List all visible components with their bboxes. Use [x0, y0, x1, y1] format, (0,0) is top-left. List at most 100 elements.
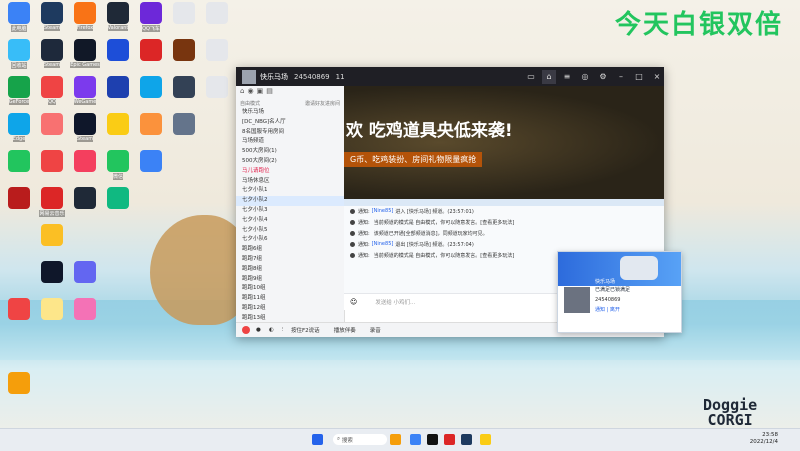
volume-icon[interactable]: ◐: [269, 327, 274, 333]
desktop-icon[interactable]: [68, 298, 102, 320]
desktop-icon[interactable]: 网易云音乐: [35, 187, 69, 217]
rank-tab-icon[interactable]: ▣: [257, 87, 264, 98]
channel-item[interactable]: 跑跑7组: [236, 255, 344, 265]
promo-banner[interactable]: 欢 吃鸡道具央低来袭! G币、吃鸡装扮、房间礼物限量疯抢: [344, 86, 664, 199]
mode-label[interactable]: 自由模式: [240, 100, 260, 107]
start-icon[interactable]: [312, 434, 323, 445]
channel-item[interactable]: 500大房间(1): [236, 147, 344, 157]
invite-label[interactable]: 邀请好友进房间: [305, 100, 340, 107]
home-tab-icon[interactable]: ⌂: [240, 87, 244, 98]
channel-item[interactable]: 8名国服专用房间: [236, 128, 344, 138]
desktop-icon[interactable]: [68, 261, 102, 283]
home-icon[interactable]: ⌂: [542, 69, 556, 84]
close-icon[interactable]: ×: [650, 70, 664, 84]
search-tab-icon[interactable]: ◉: [247, 87, 253, 98]
list-icon[interactable]: ≡: [560, 70, 574, 84]
equalizer-icon[interactable]: ⫶: [282, 327, 283, 334]
desktop-icon[interactable]: [200, 39, 234, 61]
channel-item[interactable]: 跑跑6组: [236, 245, 344, 255]
desktop-icon[interactable]: [68, 187, 102, 209]
desktop-icon[interactable]: [167, 76, 201, 98]
desktop-icon[interactable]: [68, 150, 102, 172]
desktop-icon[interactable]: [101, 113, 135, 135]
settings-icon[interactable]: ⚙: [596, 70, 610, 84]
file-explorer-icon[interactable]: [390, 434, 401, 445]
desktop-icon[interactable]: [134, 113, 168, 135]
desktop-icon[interactable]: [134, 150, 168, 172]
user-avatar[interactable]: [242, 326, 250, 334]
taskbar-app-icon[interactable]: [410, 434, 421, 445]
desktop-icon[interactable]: [101, 187, 135, 209]
desktop-icon[interactable]: [200, 76, 234, 98]
taskbar-app-icon[interactable]: [480, 434, 491, 445]
desktop-icon[interactable]: [2, 150, 36, 172]
list-tab-icon[interactable]: ▤: [266, 87, 273, 98]
popup-actions[interactable]: 通知 | 离开: [595, 306, 620, 313]
channel-item[interactable]: 快乐马场: [236, 108, 344, 118]
desktop-icon[interactable]: [101, 39, 135, 61]
channel-item[interactable]: 跑跑9组: [236, 275, 344, 285]
channel-item[interactable]: 跑跑11组: [236, 294, 344, 304]
channel-item[interactable]: 七夕小队5: [236, 226, 344, 236]
gamepad-icon[interactable]: ◎: [578, 70, 592, 84]
desktop-icon[interactable]: [2, 187, 36, 209]
chat-input[interactable]: 发送给 小鸡们...: [375, 298, 415, 306]
message-hl[interactable]: [Nine85]: [372, 208, 394, 215]
desktop-icon[interactable]: QQ飞车: [134, 2, 168, 32]
emoji-icon[interactable]: ☺: [350, 298, 357, 306]
channel-item[interactable]: 500大房间(2): [236, 157, 344, 167]
desktop-icon[interactable]: [35, 150, 69, 172]
channel-item[interactable]: 马场休息区: [236, 177, 344, 187]
taskbar-app-icon[interactable]: [444, 434, 455, 445]
channel-item[interactable]: 七夕小队3: [236, 206, 344, 216]
desktop-icon[interactable]: 微信: [101, 150, 135, 180]
desktop-icon[interactable]: [200, 2, 234, 24]
share-icon[interactable]: ▭: [524, 70, 538, 84]
desktop-icon[interactable]: Valorant: [101, 2, 135, 31]
channel-item[interactable]: 马场频道: [236, 137, 344, 147]
system-clock[interactable]: 23:58 2022/12/4: [750, 432, 778, 446]
desktop-icon[interactable]: [167, 39, 201, 61]
desktop-icon[interactable]: Epic Games: [68, 39, 102, 68]
desktop-icon[interactable]: [2, 372, 36, 394]
channel-item[interactable]: 跑跑10组: [236, 284, 344, 294]
desktop-icon[interactable]: GeForce: [2, 76, 36, 105]
maximize-icon[interactable]: □: [632, 70, 646, 84]
desktop-icon[interactable]: 回收站: [2, 39, 36, 69]
steam-icon[interactable]: [461, 434, 472, 445]
channel-item[interactable]: 七夕小队4: [236, 216, 344, 226]
desktop-icon[interactable]: [167, 2, 201, 24]
desktop-icon[interactable]: [134, 39, 168, 61]
push-to-talk-button[interactable]: 按住F2说话: [291, 326, 320, 334]
desktop-icon[interactable]: [35, 261, 69, 283]
channel-item[interactable]: 跑跑8组: [236, 265, 344, 275]
desktop-icon[interactable]: [35, 298, 69, 320]
music-button[interactable]: 播放伴奏: [334, 326, 356, 334]
window-titlebar[interactable]: 快乐马场 24540869 11 ▭ ⌂ ≡ ◎ ⚙ – □ ×: [236, 67, 664, 86]
desktop-icon[interactable]: QQ: [35, 76, 69, 105]
desktop-icon[interactable]: Steam: [35, 39, 69, 68]
channel-item[interactable]: [DC_NBG]名人厅: [236, 118, 344, 128]
taskbar-search[interactable]: ⌕ 搜索: [333, 434, 387, 445]
mic-icon[interactable]: ●: [256, 327, 261, 333]
desktop-icon[interactable]: [35, 224, 69, 246]
desktop-icon[interactable]: Steam: [68, 113, 102, 142]
user-card-popup[interactable]: 快乐马场 已满足已锁满足 24540869 通知 | 离开: [557, 251, 682, 333]
desktop-icon[interactable]: [134, 76, 168, 98]
desktop-icon[interactable]: Firefox: [68, 2, 102, 31]
desktop-icon[interactable]: Steam: [35, 2, 69, 31]
desktop-icon[interactable]: [35, 113, 69, 135]
desktop-icon[interactable]: WeGame: [68, 76, 102, 105]
desktop-icon[interactable]: Edge: [2, 113, 36, 142]
channel-item[interactable]: 七夕小队6: [236, 235, 344, 245]
desktop-icon[interactable]: [2, 298, 36, 320]
record-button[interactable]: 录音: [370, 326, 381, 334]
channel-item[interactable]: 马儿请跑位: [236, 167, 344, 177]
taskbar-app-icon[interactable]: [427, 434, 438, 445]
channel-item[interactable]: 七夕小队2: [236, 196, 344, 206]
desktop-icon[interactable]: [101, 76, 135, 98]
channel-item[interactable]: 跑跑12组: [236, 304, 344, 314]
message-hl[interactable]: [Nine85]: [372, 241, 394, 248]
room-avatar[interactable]: [242, 69, 256, 84]
desktop-icon[interactable]: 此电脑: [2, 2, 36, 32]
